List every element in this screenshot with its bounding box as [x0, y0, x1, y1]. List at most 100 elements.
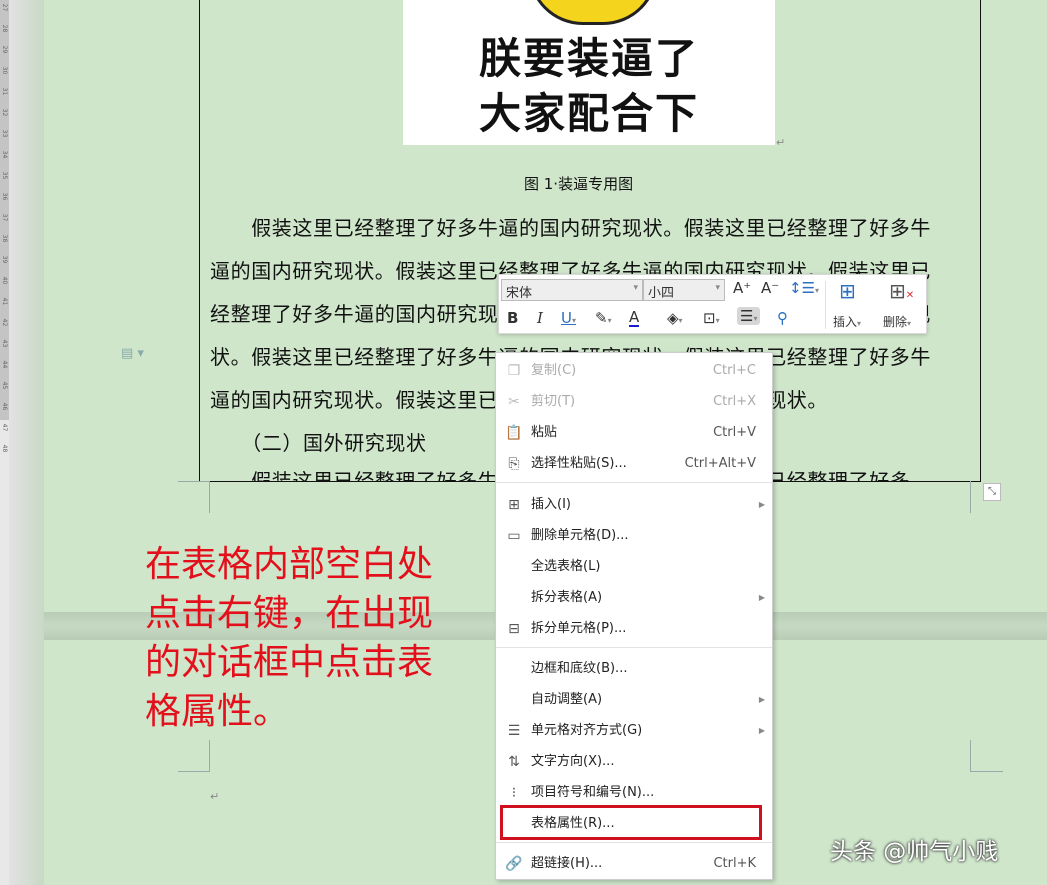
menu-item-label: 拆分表格(A): [531, 583, 602, 613]
copy-icon: ❐: [504, 356, 524, 386]
submenu-arrow-icon: ▶: [759, 716, 765, 746]
bullets-icon: ⁝: [504, 778, 524, 808]
ruler-tick: 45: [1, 381, 8, 390]
menu-separator: [496, 647, 772, 648]
ruler-tick: 40: [1, 276, 8, 285]
table-properties-highlight: [500, 805, 762, 840]
menu-item-label: 自动调整(A): [531, 685, 602, 715]
underline-icon[interactable]: U▾: [561, 309, 576, 327]
ruler-tick: 31: [1, 87, 8, 96]
cut-icon: ✂: [504, 387, 524, 417]
shrink-font-icon[interactable]: A⁻: [761, 279, 779, 297]
font-color-icon[interactable]: A: [629, 309, 639, 327]
menu-item[interactable]: ⊞插入(I)▶: [496, 490, 772, 520]
paste-icon: 📋: [504, 418, 524, 448]
hyperlink-icon: 🔗: [504, 849, 524, 879]
menu-item-shortcut: Ctrl+Alt+V: [685, 449, 756, 479]
ruler-tick: 41: [1, 297, 8, 306]
delete-table-icon[interactable]: ⊞✕: [889, 279, 914, 303]
menu-item[interactable]: 全选表格(L): [496, 552, 772, 582]
menu-item-label: 粘贴: [531, 418, 557, 448]
menu-item-label: 拆分单元格(P)...: [531, 614, 626, 644]
menu-item-shortcut: Ctrl+X: [713, 387, 756, 417]
delete-cell-icon: ▭: [504, 521, 524, 551]
menu-item[interactable]: ⊟拆分单元格(P)...: [496, 614, 772, 644]
insert-table-icon[interactable]: ⊞: [839, 279, 856, 303]
ruler-tick: 37: [1, 213, 8, 222]
submenu-arrow-icon: ▶: [759, 685, 765, 715]
cell-align-icon: ☰: [504, 716, 524, 746]
font-size-select[interactable]: 小四▾: [643, 279, 725, 301]
grow-font-icon[interactable]: A⁺: [733, 279, 751, 297]
menu-item-label: 删除单元格(D)...: [531, 521, 629, 551]
highlight-icon[interactable]: ✎▾: [595, 309, 612, 327]
ruler-tick: 35: [1, 171, 8, 180]
menu-item-label: 复制(C): [531, 356, 576, 386]
ruler-tick: 42: [1, 318, 8, 327]
ruler-tick: 47: [1, 423, 8, 432]
menu-item[interactable]: ⎘选择性粘贴(S)... Ctrl+Alt+V: [496, 449, 772, 479]
menu-item[interactable]: ❐复制(C) Ctrl+C: [496, 356, 772, 386]
floating-format-toolbar: 宋体▾ 小四▾ A⁺ A⁻ ↕☰▾ B I U▾ ✎▾ A ◈▾ ⊡▾ ☰▾ ⚲…: [498, 274, 927, 334]
paste-special-icon: ⎘: [504, 449, 524, 479]
menu-item[interactable]: 拆分表格(A) ▶: [496, 583, 772, 613]
insert-button[interactable]: 插入▾: [833, 313, 861, 330]
menu-item-shortcut: Ctrl+V: [713, 418, 756, 448]
font-select[interactable]: 宋体▾: [501, 279, 643, 301]
format-painter-icon[interactable]: ⚲: [777, 309, 788, 327]
menu-item-label: 超链接(H)...: [531, 849, 602, 879]
menu-item-label: 插入(I): [531, 490, 571, 520]
ruler-tick: 38: [1, 234, 8, 243]
ruler-tick: 48: [1, 444, 8, 453]
delete-button[interactable]: 删除▾: [883, 313, 911, 330]
ruler-tick: 46: [1, 402, 8, 411]
menu-item[interactable]: ▭删除单元格(D)...: [496, 521, 772, 551]
shading-icon[interactable]: ◈▾: [667, 309, 683, 327]
ruler-tick: 30: [1, 66, 8, 75]
ruler-tick: 29: [1, 45, 8, 54]
borders-icon[interactable]: ⊡▾: [703, 309, 720, 327]
menu-item[interactable]: 🔗超链接(H)... Ctrl+K: [496, 849, 772, 879]
align-icon[interactable]: ☰▾: [737, 307, 760, 325]
body-line: 假装这里已经整理了好多牛逼的国内研究现状。假装这里已经整理了好多牛: [210, 212, 931, 241]
figure-caption: 图 1·装逼专用图: [524, 173, 633, 194]
menu-item[interactable]: 📋粘贴 Ctrl+V: [496, 418, 772, 448]
image-text-line1: 朕要装逼了: [403, 25, 775, 86]
menu-item-label: 剪切(T): [531, 387, 575, 417]
menu-item[interactable]: ☰单元格对齐方式(G)▶: [496, 716, 772, 746]
menu-item[interactable]: 边框和底纹(B)...: [496, 654, 772, 684]
menu-item-label: 项目符号和编号(N)...: [531, 778, 654, 808]
table-resize-handle[interactable]: ⤡: [983, 483, 1001, 501]
bold-icon[interactable]: B: [507, 309, 518, 327]
ruler-tick: 27: [1, 3, 8, 12]
ruler-tick: 33: [1, 129, 8, 138]
menu-item[interactable]: ⇅文字方向(X)...: [496, 747, 772, 777]
split-cell-icon: ⊟: [504, 614, 524, 644]
meme-image[interactable]: 朕要装逼了 大家配合下: [403, 0, 775, 145]
submenu-arrow-icon: ▶: [759, 490, 765, 520]
image-text-line2: 大家配合下: [403, 80, 775, 141]
menu-separator: [496, 482, 772, 483]
italic-icon[interactable]: I: [537, 309, 543, 327]
menu-item-label: 全选表格(L): [531, 552, 600, 582]
ruler-tick: 43: [1, 339, 8, 348]
ruler-tick: 36: [1, 192, 8, 201]
paragraph-layout-icon[interactable]: ▤ ▾: [121, 346, 144, 361]
instruction-annotation: 在表格内部空白处点击右键，在出现的对话框中点击表格属性。: [145, 540, 465, 736]
page-gutter: [9, 0, 44, 885]
vertical-ruler: 2728293031323334353637383940414243444546…: [0, 0, 9, 885]
menu-item-shortcut: Ctrl+C: [713, 356, 756, 386]
menu-separator: [496, 842, 772, 843]
menu-item[interactable]: 自动调整(A) ▶: [496, 685, 772, 715]
section-heading: （二）国外研究现状: [210, 427, 427, 456]
ruler-tick: 32: [1, 108, 8, 117]
menu-item[interactable]: ✂剪切(T) Ctrl+X: [496, 387, 772, 417]
menu-item-label: 边框和底纹(B)...: [531, 654, 627, 684]
menu-item-label: 选择性粘贴(S)...: [531, 449, 627, 479]
submenu-arrow-icon: ▶: [759, 583, 765, 613]
line-spacing-icon[interactable]: ↕☰▾: [789, 279, 819, 297]
menu-item[interactable]: ⁝项目符号和编号(N)...: [496, 778, 772, 808]
menu-item-shortcut: Ctrl+K: [713, 849, 756, 879]
ruler-tick: 28: [1, 24, 8, 33]
context-menu: ❐复制(C)Ctrl+C✂剪切(T)Ctrl+X📋粘贴Ctrl+V⎘选择性粘贴(…: [495, 352, 773, 880]
